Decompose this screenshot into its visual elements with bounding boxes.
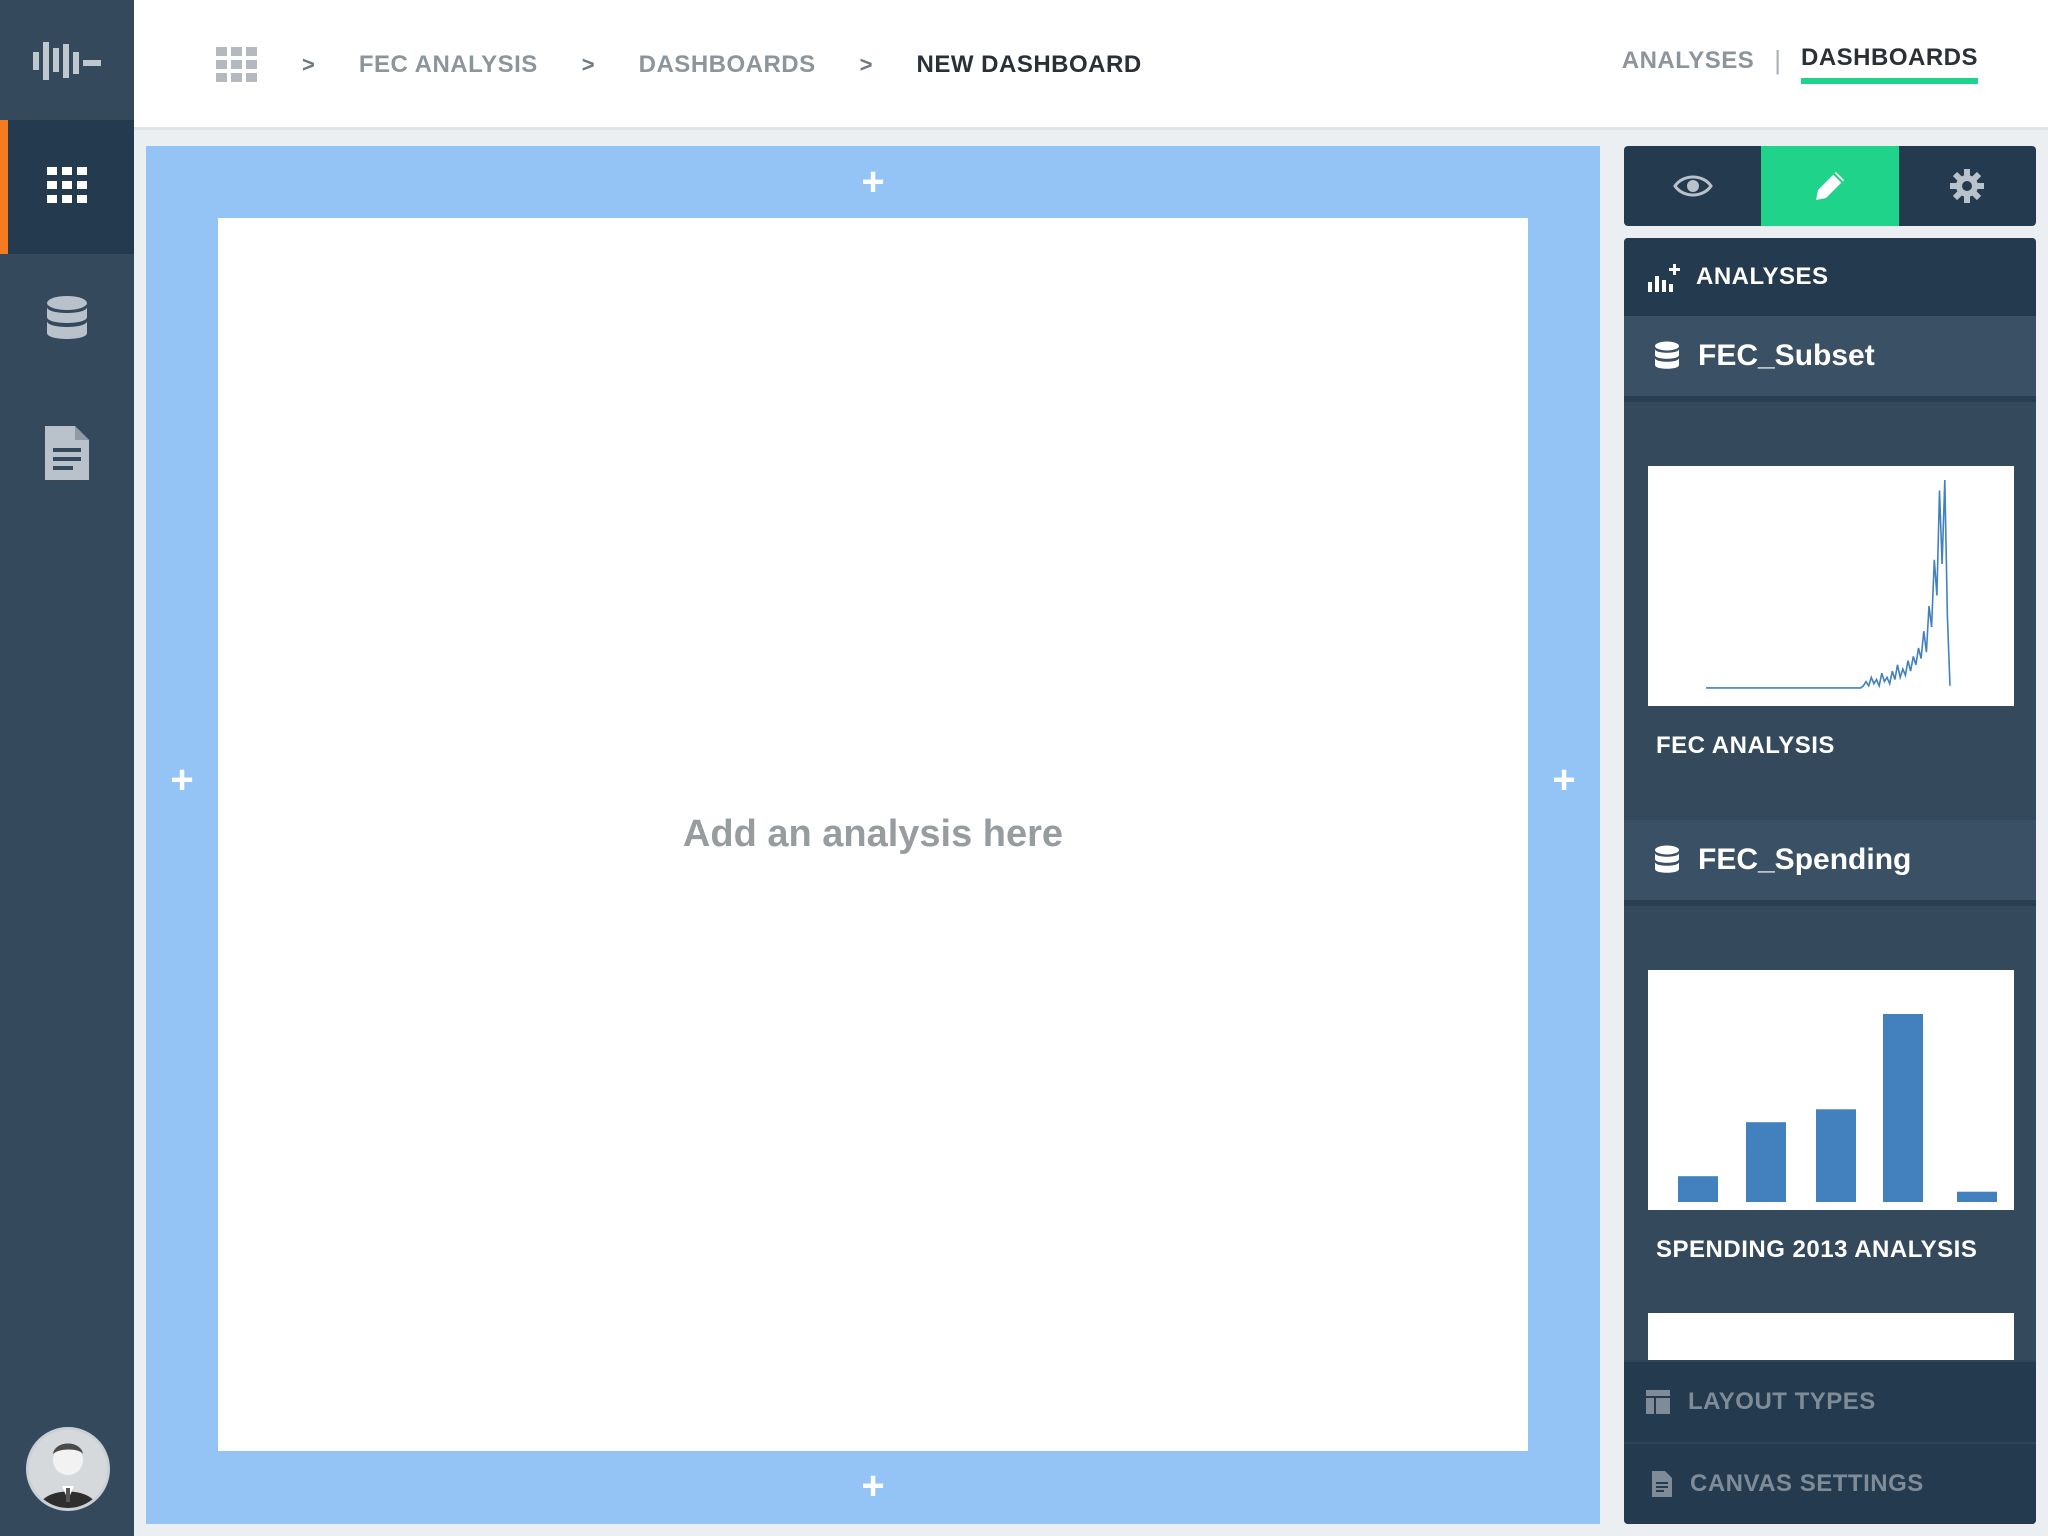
bar — [1957, 1191, 1997, 1202]
database-icon — [1654, 341, 1680, 371]
analysis-thumbnail — [1648, 466, 2014, 706]
apps-grid-icon[interactable] — [216, 47, 258, 83]
top-bar: > FEC ANALYSIS > DASHBOARDS > NEW DASHBO… — [134, 0, 2048, 130]
analysis-title[interactable]: FEC ANALYSIS — [1624, 706, 2036, 820]
mode-toolbar — [1624, 146, 2036, 226]
settings-mode-button[interactable] — [1899, 146, 2036, 226]
breadcrumb-current-page: NEW DASHBOARD — [916, 51, 1142, 78]
gear-icon — [1949, 168, 1985, 204]
rail-item-dashboards[interactable] — [0, 120, 134, 254]
nav-dashboards-link[interactable]: DASHBOARDS — [1800, 44, 1978, 84]
nav-divider: | — [1774, 44, 1781, 75]
analysis-card[interactable] — [1624, 402, 2036, 706]
brand-logo-icon[interactable] — [0, 0, 134, 120]
bar — [1746, 1122, 1786, 1202]
rail-item-documents[interactable] — [0, 388, 134, 522]
breadcrumb-fec-analysis[interactable]: FEC ANALYSIS — [359, 51, 538, 79]
drop-zone-placeholder: Add an analysis here — [682, 813, 1064, 855]
dataset-name: FEC_Subset — [1698, 339, 1875, 372]
database-icon — [46, 295, 88, 348]
breadcrumb-dashboards[interactable]: DASHBOARDS — [639, 51, 816, 79]
canvas-settings-label: CANVAS SETTINGS — [1690, 1470, 1924, 1497]
document-icon — [1652, 1471, 1672, 1497]
add-top-button[interactable]: + — [853, 162, 893, 202]
bar — [1883, 1014, 1923, 1202]
layout-types-section[interactable]: LAYOUT TYPES — [1624, 1360, 2036, 1442]
add-chart-icon — [1648, 262, 1682, 292]
layout-icon — [1646, 1390, 1670, 1414]
top-nav: ANALYSES | DASHBOARDS — [1622, 44, 1978, 84]
analysis-thumbnail — [1648, 970, 2014, 1210]
dataset-row[interactable]: FEC_Spending — [1624, 820, 2036, 906]
canvas-settings-section[interactable]: CANVAS SETTINGS — [1624, 1442, 2036, 1524]
line-series — [1706, 479, 1951, 689]
breadcrumb-separator: > — [859, 52, 873, 77]
dataset-name: FEC_Spending — [1698, 843, 1912, 876]
rail-item-datasets[interactable] — [0, 254, 134, 388]
dashboard-canvas: + + + + Add an analysis here — [146, 146, 1600, 1524]
bar — [1816, 1109, 1856, 1202]
fec-analysis-line-chart — [1706, 479, 1951, 689]
edit-mode-button[interactable] — [1761, 146, 1899, 226]
add-bottom-button[interactable]: + — [853, 1466, 893, 1506]
panel-header-label: ANALYSES — [1696, 263, 1829, 290]
pencil-icon — [1814, 170, 1846, 202]
eye-icon — [1672, 173, 1713, 199]
spending-2013-bar-chart — [1678, 1014, 1997, 1202]
layout-types-label: LAYOUT TYPES — [1688, 1388, 1876, 1415]
add-left-button[interactable]: + — [162, 760, 202, 800]
analysis-title[interactable]: SPENDING 2013 ANALYSIS — [1624, 1210, 2036, 1324]
nav-analyses-link[interactable]: ANALYSES — [1622, 47, 1754, 81]
dataset-row[interactable]: FEC_Subset — [1624, 316, 2036, 402]
avatar[interactable] — [26, 1427, 110, 1511]
add-right-button[interactable]: + — [1544, 760, 1584, 800]
analyses-panel: ANALYSES FEC_Subset FEC ANALYSIS FEC_Spe… — [1624, 238, 2036, 1524]
analysis-drop-zone[interactable]: Add an analysis here — [218, 218, 1528, 1451]
breadcrumb-separator: > — [581, 52, 595, 77]
database-icon — [1654, 845, 1680, 875]
panel-footer: LAYOUT TYPES CANVAS SETTINGS — [1624, 1360, 2036, 1524]
grid-icon — [47, 166, 87, 208]
breadcrumb-separator: > — [302, 52, 315, 77]
bar — [1678, 1176, 1718, 1202]
left-rail — [0, 0, 134, 1536]
analysis-card[interactable] — [1624, 906, 2036, 1210]
panel-header: ANALYSES — [1624, 238, 2036, 316]
document-icon — [45, 425, 89, 485]
preview-mode-button[interactable] — [1624, 146, 1761, 226]
breadcrumb: > FEC ANALYSIS > DASHBOARDS > NEW DASHBO… — [216, 0, 1142, 130]
